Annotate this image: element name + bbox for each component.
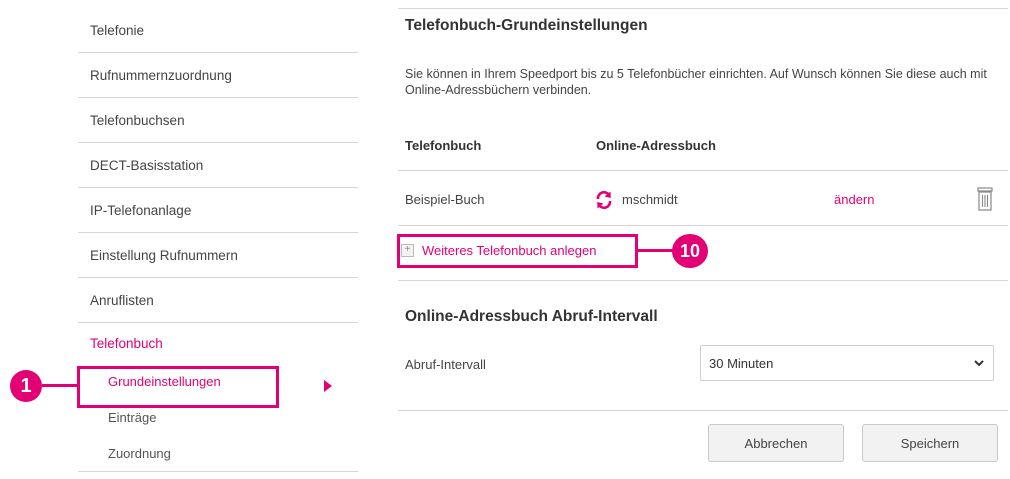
sidebar-item-dect[interactable]: DECT-Basisstation bbox=[78, 143, 358, 188]
cancel-button[interactable]: Abbrechen bbox=[708, 424, 844, 462]
buttons-divider bbox=[398, 410, 1008, 411]
phonebook-name: Beispiel-Buch bbox=[405, 192, 485, 207]
table-header-divider bbox=[398, 170, 1008, 171]
sidebar-item-label: IP-Telefonanlage bbox=[90, 202, 192, 218]
callout-connector-1 bbox=[42, 384, 78, 387]
arrow-right-icon bbox=[324, 380, 332, 392]
online-adressbuch-user: mschmidt bbox=[622, 192, 678, 207]
page-description: Sie können in Ihrem Speedport bis zu 5 T… bbox=[405, 67, 987, 97]
callout-badge-text: 10 bbox=[679, 240, 701, 261]
subnav-item-zuordnung[interactable]: Zuordnung bbox=[78, 435, 358, 471]
sidebar-item-einstellung-rufnummern[interactable]: Einstellung Rufnummern bbox=[78, 233, 358, 278]
edit-link[interactable]: ändern bbox=[834, 192, 874, 207]
callout-connector-10 bbox=[638, 249, 674, 252]
column-header-telefonbuch: Telefonbuch bbox=[405, 138, 482, 153]
trash-icon[interactable] bbox=[975, 186, 995, 212]
sidebar-item-rufnummernzuordnung[interactable]: Rufnummernzuordnung bbox=[78, 53, 358, 98]
section-divider bbox=[398, 280, 1008, 281]
sidebar-item-anruflisten[interactable]: Anruflisten bbox=[78, 278, 358, 323]
sidebar-item-label: Einstellung Rufnummern bbox=[90, 247, 238, 263]
sidebar-item-telefonbuchsen[interactable]: Telefonbuchsen bbox=[78, 98, 358, 143]
interval-select-value: 30 Minuten bbox=[709, 355, 774, 371]
page-title: Telefonbuch-Grundeinstellungen bbox=[405, 17, 648, 34]
interval-select[interactable]: 30 Minuten bbox=[700, 345, 994, 381]
callout-highlight-grundeinstellungen bbox=[77, 366, 279, 408]
callout-badge-1: 1 bbox=[10, 370, 42, 402]
callout-highlight-add-phonebook bbox=[397, 234, 638, 268]
subnav-item-label: Zuordnung bbox=[108, 445, 171, 461]
sidebar-item-telefonie[interactable]: Telefonie bbox=[78, 8, 358, 53]
sidebar-item-label: Rufnummernzuordnung bbox=[90, 67, 232, 83]
main-top-divider bbox=[398, 8, 1008, 9]
callout-badge-text: 1 bbox=[20, 374, 32, 397]
sidebar-item-telefonbuch[interactable]: Telefonbuch bbox=[78, 323, 358, 363]
column-header-online-adressbuch: Online-Adressbuch bbox=[596, 138, 716, 153]
sidebar-item-label: Telefonie bbox=[90, 22, 145, 38]
sync-icon[interactable] bbox=[594, 190, 614, 210]
chevron-down-icon bbox=[974, 360, 984, 367]
save-button[interactable]: Speichern bbox=[862, 424, 998, 462]
subnav-item-label: Einträge bbox=[108, 409, 157, 425]
sidebar-item-label: Anruflisten bbox=[90, 292, 154, 308]
section-title-interval: Online-Adressbuch Abruf-Intervall bbox=[405, 308, 658, 325]
callout-badge-10: 10 bbox=[672, 234, 708, 268]
table-row-divider bbox=[398, 225, 1008, 226]
sidebar-item-label: DECT-Basisstation bbox=[90, 157, 204, 173]
sidebar-item-label: Telefonbuch bbox=[90, 335, 163, 351]
sidebar-item-label: Telefonbuchsen bbox=[90, 112, 185, 128]
sidebar-item-ip-telefonanlage[interactable]: IP-Telefonanlage bbox=[78, 188, 358, 233]
interval-label: Abruf-Intervall bbox=[405, 357, 486, 372]
